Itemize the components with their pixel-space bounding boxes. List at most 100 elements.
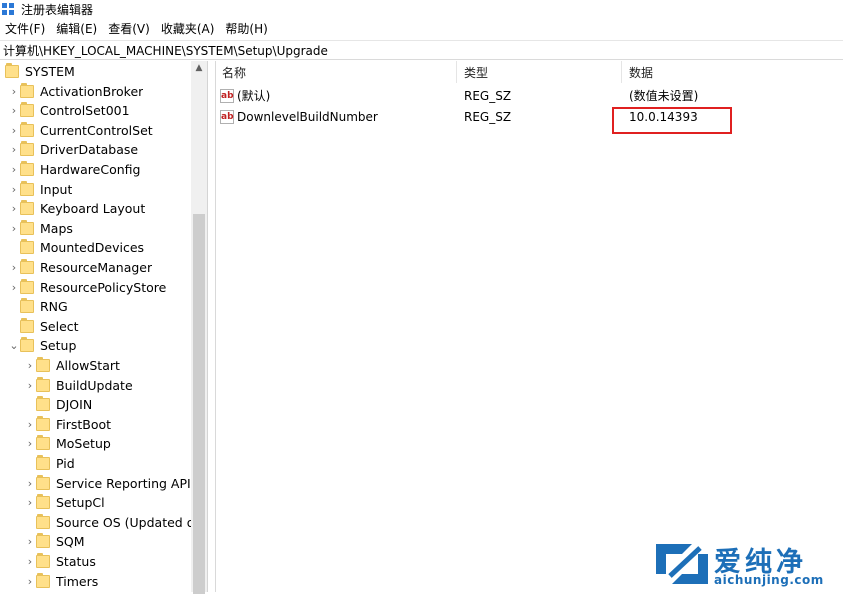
tree-item[interactable]: ⌄ Setup <box>8 336 76 355</box>
tree-item-label: MoSetup <box>56 436 111 452</box>
tree-item[interactable]: SYSTEM <box>5 62 75 81</box>
tree-item[interactable]: RNG <box>8 297 68 316</box>
tree-item-label: HardwareConfig <box>40 162 141 177</box>
tree-item[interactable]: › SQM <box>24 532 85 551</box>
tree-item-label: Status <box>56 554 96 569</box>
chevron-right-icon[interactable]: › <box>8 143 20 156</box>
menu-help[interactable]: 帮助(H) <box>220 20 273 37</box>
chevron-right-icon[interactable]: › <box>24 555 36 568</box>
scroll-up-arrow-icon[interactable]: ▲ <box>191 63 207 73</box>
tree-item[interactable]: Select <box>8 317 79 336</box>
scroll-thumb[interactable] <box>193 214 205 594</box>
folder-icon <box>36 474 50 490</box>
chevron-right-icon[interactable]: › <box>24 496 36 509</box>
tree-item[interactable]: › ResourcePolicyStore <box>8 278 166 297</box>
tree-item[interactable]: › FirstBoot <box>24 415 111 434</box>
folder-icon <box>36 376 50 392</box>
tree-item[interactable]: › CurrentControlSet <box>8 121 153 140</box>
value-data: (数值未设置) <box>629 89 699 103</box>
folder-icon <box>20 161 34 176</box>
column-header-type[interactable]: 类型 <box>464 61 488 83</box>
menu-bar: 文件(F) 编辑(E) 查看(V) 收藏夹(A) 帮助(H) <box>0 18 843 38</box>
tree-item[interactable]: › Input <box>8 180 72 199</box>
tree-item[interactable]: › Status <box>24 552 96 571</box>
folder-icon <box>36 415 50 431</box>
chevron-right-icon[interactable]: › <box>8 104 20 117</box>
value-type: REG_SZ <box>464 88 512 103</box>
chevron-right-icon[interactable]: › <box>8 183 20 196</box>
folder-icon <box>20 200 34 216</box>
tree-item[interactable]: › ResourceManager <box>8 258 152 277</box>
tree-item[interactable]: MountedDevices <box>8 238 144 257</box>
tree-item[interactable]: Pid <box>24 454 75 473</box>
chevron-right-icon[interactable]: › <box>8 202 20 215</box>
menu-file[interactable]: 文件(F) <box>0 20 51 37</box>
tree-item-label: ResourcePolicyStore <box>40 279 167 295</box>
chevron-right-icon[interactable]: › <box>8 261 20 274</box>
tree-item-label: RNG <box>40 299 68 315</box>
chevron-right-icon[interactable]: › <box>8 222 20 235</box>
column-header-data[interactable]: 数据 <box>629 61 653 83</box>
chevron-right-icon[interactable]: › <box>8 281 20 294</box>
folder-icon <box>20 298 34 314</box>
folder-icon <box>36 572 50 588</box>
chevron-right-icon[interactable]: › <box>24 379 36 392</box>
tree-item-label: MountedDevices <box>40 240 145 256</box>
folder-icon <box>20 278 34 294</box>
tree-item[interactable]: › Maps <box>8 219 73 238</box>
tree-item[interactable]: › AllowStart <box>24 356 120 375</box>
tree-item-label: Source OS (Updated on <box>56 514 203 530</box>
folder-icon <box>20 102 34 118</box>
column-header-name[interactable]: 名称 <box>222 61 246 83</box>
tree-item[interactable]: DJOIN <box>24 395 92 414</box>
chevron-right-icon[interactable]: › <box>24 535 36 548</box>
tree-item[interactable]: Source OS (Updated on <box>24 513 202 532</box>
chevron-right-icon[interactable]: › <box>24 437 36 450</box>
values-list[interactable]: 名称 类型 数据 ab (默认) REG_SZ (数值未设置) ab Downl… <box>215 61 843 592</box>
tree-item[interactable]: › Keyboard Layout <box>8 199 145 218</box>
tree-scrollbar[interactable]: ▲ <box>191 61 207 594</box>
chevron-right-icon[interactable]: › <box>24 477 36 490</box>
chevron-right-icon[interactable]: › <box>8 85 20 98</box>
column-divider[interactable] <box>456 61 457 83</box>
tree-item[interactable]: › MoSetup <box>24 434 111 453</box>
tree-item[interactable]: › Timers <box>24 572 98 591</box>
chevron-right-icon[interactable]: › <box>8 124 20 137</box>
tree-item[interactable]: › BuildUpdate <box>24 376 133 395</box>
tree-item[interactable]: › Service Reporting API <box>24 474 191 493</box>
value-name: (默认) <box>237 89 271 103</box>
menu-edit[interactable]: 编辑(E) <box>51 20 103 37</box>
tree-item[interactable]: › HardwareConfig <box>8 160 140 179</box>
chevron-right-icon[interactable]: › <box>24 418 36 431</box>
folder-icon <box>20 317 34 333</box>
folder-icon <box>20 259 34 274</box>
chevron-right-icon[interactable]: › <box>24 575 36 588</box>
tree-item-label: Service Reporting API <box>56 475 191 491</box>
value-row-default[interactable]: ab (默认) REG_SZ (数值未设置) <box>216 85 843 106</box>
tree-item-label: Input <box>40 181 73 197</box>
tree-item-label: Keyboard Layout <box>40 201 146 217</box>
chevron-right-icon[interactable]: › <box>24 359 36 372</box>
chevron-down-icon[interactable]: ⌄ <box>8 339 20 352</box>
value-name: DownlevelBuildNumber <box>237 109 378 124</box>
folder-icon <box>20 337 34 353</box>
key-tree[interactable]: SYSTEM › ActivationBroker › ControlSet001 › Cu… <box>0 61 208 592</box>
chevron-right-icon[interactable]: › <box>8 163 20 176</box>
address-bar[interactable]: 计算机\HKEY_LOCAL_MACHINE\SYSTEM\Setup\Upgr… <box>0 40 843 60</box>
tree-item-label: DriverDatabase <box>40 142 139 158</box>
tree-item[interactable]: › DriverDatabase <box>8 140 138 159</box>
column-divider[interactable] <box>621 61 622 83</box>
menu-view[interactable]: 查看(V) <box>103 20 156 37</box>
tree-item-label: ResourceManager <box>40 260 153 275</box>
tree-item-label: SYSTEM <box>25 64 75 79</box>
address-path[interactable]: 计算机\HKEY_LOCAL_MACHINE\SYSTEM\Setup\Upgr… <box>0 42 328 59</box>
value-row-downlevelbuildnumber[interactable]: ab DownlevelBuildNumber REG_SZ 10.0.1439… <box>216 106 843 127</box>
tree-item[interactable]: › ControlSet001 <box>8 101 130 120</box>
folder-icon <box>20 141 34 157</box>
folder-icon <box>20 239 34 255</box>
folder-icon <box>36 455 50 470</box>
tree-item[interactable]: › SetupCl <box>24 493 105 512</box>
tree-item-label: Select <box>40 318 79 334</box>
tree-item[interactable]: › ActivationBroker <box>8 82 143 101</box>
menu-favorites[interactable]: 收藏夹(A) <box>156 20 221 37</box>
